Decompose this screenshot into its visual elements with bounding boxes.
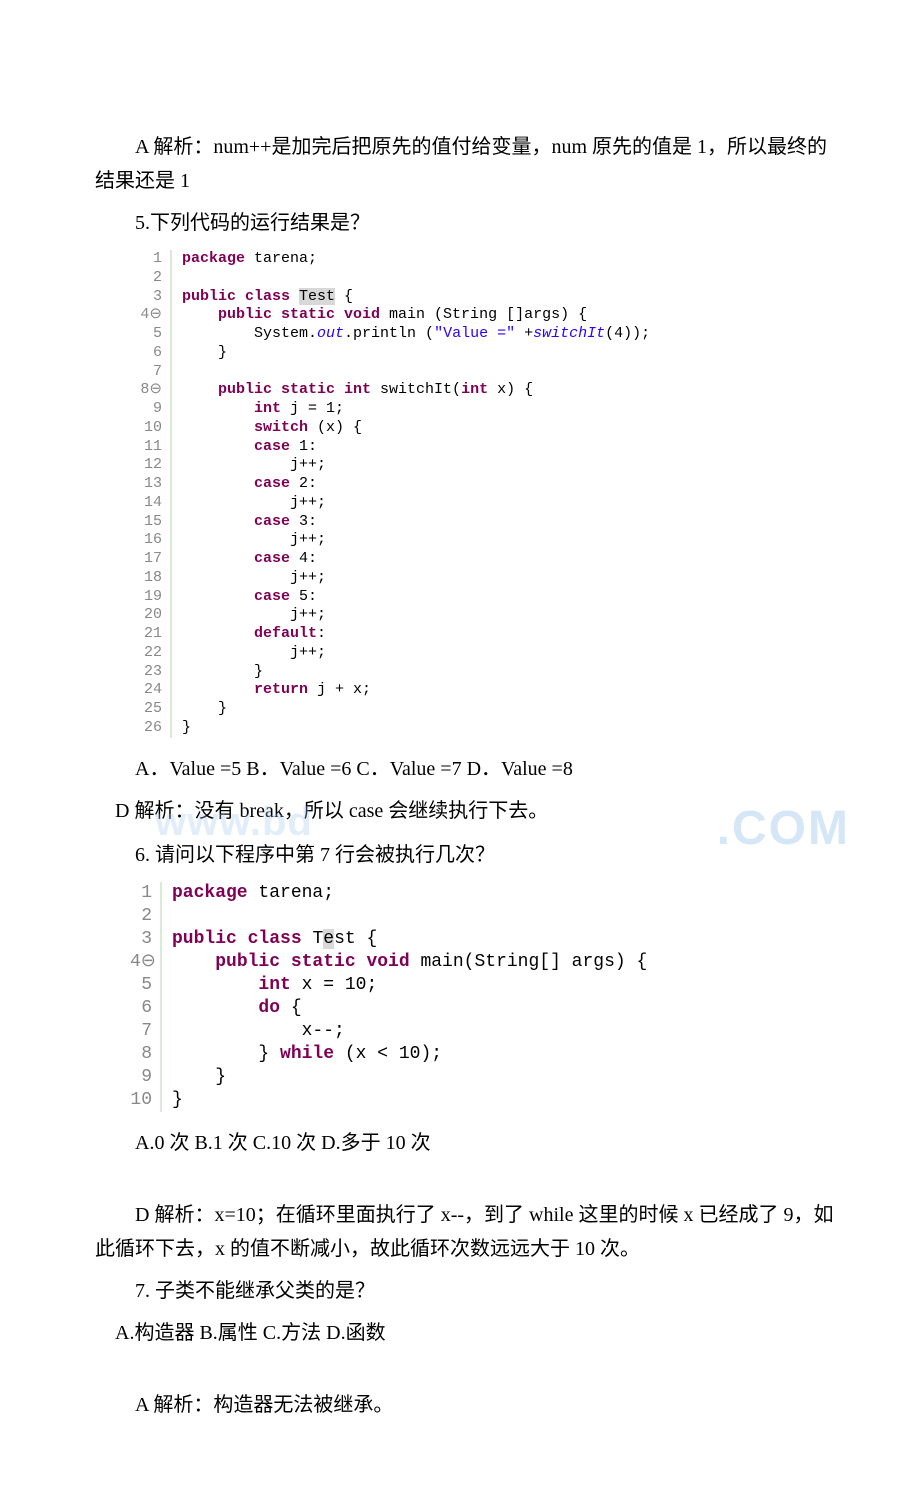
q4-answer: A 解析：num++是加完后把原先的值付给变量，num 原先的值是 1，所以最终…: [95, 130, 840, 198]
q5-text: 5.下列代码的运行结果是？: [95, 206, 840, 240]
q6-answer: D 解析：x=10；在循环里面执行了 x--，到了 while 这里的时候 x …: [95, 1198, 840, 1266]
code-block-2: 1package tarena;23public class Test {4⊖ …: [130, 882, 840, 1112]
code-block-1: 1package tarena;23public class Test {4⊖ …: [130, 250, 840, 738]
q5-answer: D 解析：没有 break，所以 case 会继续执行下去。: [95, 794, 840, 828]
q5-options: A．Value =5 B．Value =6 C．Value =7 D．Value…: [95, 752, 840, 786]
q7-answer: A 解析：构造器无法被继承。: [95, 1388, 840, 1422]
q7-options: A.构造器 B.属性 C.方法 D.函数: [95, 1316, 840, 1350]
q6-text: 6. 请问以下程序中第 7 行会被执行几次？: [95, 838, 840, 872]
q6-options: A.0 次 B.1 次 C.10 次 D.多于 10 次: [95, 1126, 840, 1160]
q7-text: 7. 子类不能继承父类的是？: [95, 1274, 840, 1308]
